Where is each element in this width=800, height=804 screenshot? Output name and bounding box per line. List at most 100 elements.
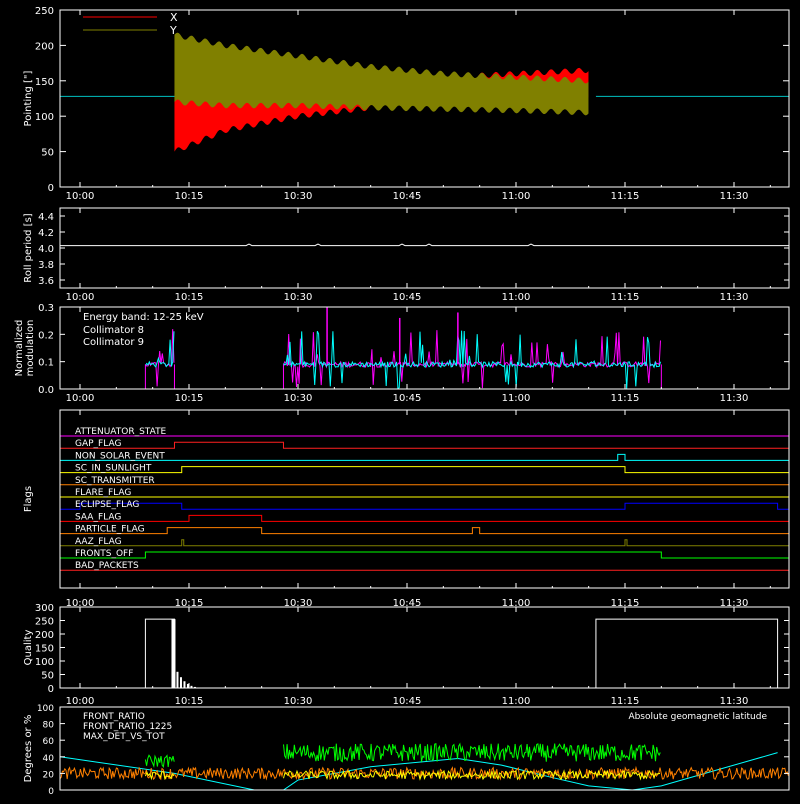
modulation-series-collimator9 bbox=[145, 329, 175, 387]
dashboard: 0 50 100 150 200 250 10:00 10:15 10:30 10:45 11:00… bbox=[0, 0, 800, 800]
modulation-xtick-label: 11:15 bbox=[611, 393, 640, 404]
flag-label-sc_in_sunlight: SC_IN_SUNLIGHT bbox=[75, 464, 152, 474]
modulation-xtick-label: 11:30 bbox=[720, 393, 749, 404]
flag-label-sc_transmitter: SC_TRANSMITTER bbox=[75, 476, 155, 486]
flag-label-bad_packets: BAD_PACKETS bbox=[75, 561, 139, 571]
front-ytick-label: 100 bbox=[37, 704, 54, 714]
flag-line-non_solar_event bbox=[60, 453, 789, 461]
front-ytick-label: 80 bbox=[43, 721, 55, 731]
roll-ytick-label: 4.0 bbox=[38, 244, 54, 255]
quality-ytick-label: 200 bbox=[35, 630, 54, 641]
pointing-xtick-label: 10:45 bbox=[393, 191, 422, 202]
flag-label-gap_flag: GAP_FLAG bbox=[75, 439, 121, 449]
quality-block bbox=[595, 618, 779, 688]
quality-xtick-label: 11:00 bbox=[502, 696, 531, 707]
pointing-xtick-label: 10:30 bbox=[284, 191, 313, 202]
flag-label-non_solar_event: NON_SOLAR_EVENT bbox=[75, 451, 165, 461]
flag-line-saa_flag bbox=[60, 514, 789, 522]
flag-label-eclipse_flag: ECLIPSE_FLAG bbox=[75, 500, 139, 510]
pointing-xtick-label: 11:00 bbox=[502, 191, 531, 202]
modulation-series-collimator9 bbox=[283, 330, 661, 389]
roll-ytick-label: 4.2 bbox=[38, 228, 54, 239]
roll-series bbox=[60, 243, 789, 247]
roll-xtick-label: 11:00 bbox=[502, 292, 531, 303]
pointing-xtick-label: 11:30 bbox=[720, 191, 749, 202]
flags-ylabel: Flags bbox=[23, 486, 34, 512]
modulation-ytick-label: 0.0 bbox=[38, 385, 54, 396]
flag-line-particle_flag bbox=[60, 527, 789, 535]
flag-label-fronts_off: FRONTS_OFF bbox=[75, 549, 133, 559]
pointing-xtick-label: 11:15 bbox=[611, 191, 640, 202]
roll-xtick-label: 10:45 bbox=[393, 292, 422, 303]
pointing-ytick-label: 150 bbox=[35, 77, 54, 88]
flag-label-particle_flag: PARTICLE_FLAG bbox=[75, 525, 145, 535]
quality-ylabel: Quality bbox=[23, 630, 34, 666]
flag-label-flare_flag: FLARE_FLAG bbox=[75, 488, 131, 498]
modulation-series-collimator8 bbox=[283, 330, 661, 390]
modulation-ylabel: modulation bbox=[25, 320, 36, 377]
quality-xtick-label: 10:00 bbox=[66, 696, 95, 707]
modulation-series-collimator8 bbox=[144, 331, 175, 368]
roll-frame bbox=[59, 207, 790, 289]
pointing-ylabel: Pointing ["] bbox=[23, 70, 34, 126]
front-legend-max-det-vs-tot: MAX_DET_VS_TOT bbox=[83, 732, 165, 742]
modulation-legend-collimator-9: Collimator 9 bbox=[83, 337, 144, 348]
quality-ytick-label: 300 bbox=[35, 603, 54, 614]
pointing-ytick-label: 50 bbox=[41, 148, 54, 159]
modulation-ytick-label: 0.2 bbox=[38, 330, 54, 341]
roll-xtick-label: 10:30 bbox=[284, 292, 313, 303]
flag-label-attenuator_state: ATTENUATOR_STATE bbox=[75, 427, 167, 437]
front-legend-latitude: Absolute geomagnetic latitude bbox=[628, 712, 767, 722]
modulation-ytick-label: 0.3 bbox=[38, 303, 54, 314]
flag-line-gap_flag bbox=[60, 441, 789, 449]
pointing-legend-label-Y: Y bbox=[169, 24, 177, 37]
quality-xtick-label: 10:45 bbox=[393, 696, 422, 707]
pointing-xtick-label: 10:15 bbox=[175, 191, 204, 202]
modulation-ytick-label: 0.1 bbox=[38, 358, 54, 369]
quality-ytick-label: 150 bbox=[35, 644, 54, 655]
roll-xtick-label: 10:15 bbox=[175, 292, 204, 303]
quality-spike bbox=[176, 671, 179, 688]
pointing-ytick-label: 250 bbox=[35, 6, 54, 17]
front_ratio-ylabel: Degrees or % bbox=[23, 715, 34, 783]
roll-xtick-label: 10:00 bbox=[66, 292, 95, 303]
front-series-front-ratio-1225 bbox=[144, 754, 175, 769]
modulation-xtick-label: 10:00 bbox=[66, 393, 95, 404]
quality-ytick-label: 250 bbox=[35, 617, 54, 628]
quality-ytick-label: 0 bbox=[48, 684, 54, 695]
quality-xtick-label: 11:15 bbox=[611, 696, 640, 707]
roll-xtick-label: 11:30 bbox=[720, 292, 749, 303]
pointing-ytick-label: 0 bbox=[48, 183, 54, 194]
quality-block bbox=[144, 618, 175, 688]
pointing-ytick-label: 100 bbox=[35, 112, 54, 123]
quality-spike bbox=[179, 677, 182, 688]
quality-ytick-label: 50 bbox=[41, 671, 54, 682]
front-ytick-label: 60 bbox=[43, 737, 55, 747]
modulation-legend-collimator-8: Collimator 8 bbox=[83, 325, 144, 336]
roll-ytick-label: 3.6 bbox=[38, 276, 54, 287]
roll-ytick-label: 4.4 bbox=[38, 212, 54, 223]
front-legend-front-ratio: FRONT_RATIO bbox=[83, 712, 145, 722]
flag-line-sc_in_sunlight bbox=[60, 466, 789, 474]
front-ytick-label: 40 bbox=[43, 754, 55, 764]
modulation-xtick-label: 10:30 bbox=[284, 393, 313, 404]
modulation-annotation: Energy band: 12-25 keV bbox=[83, 312, 204, 323]
quality-xtick-label: 10:15 bbox=[175, 696, 204, 707]
front-legend-front-ratio-1225: FRONT_RATIO_1225 bbox=[83, 722, 172, 732]
modulation-ylabel: Normalized bbox=[14, 320, 25, 377]
quality-spike bbox=[183, 681, 186, 688]
quality-spike bbox=[171, 619, 176, 688]
modulation-xtick-label: 10:15 bbox=[175, 393, 204, 404]
modulation-xtick-label: 11:00 bbox=[502, 393, 531, 404]
flag-label-saa_flag: SAA_FLAG bbox=[75, 512, 121, 522]
quality-ytick-label: 100 bbox=[35, 657, 54, 668]
roll-ylabel: Roll period [s] bbox=[23, 213, 34, 282]
flag-line-fronts_off bbox=[60, 551, 789, 559]
flags-frame bbox=[59, 409, 790, 589]
pointing-legend-label-X: X bbox=[170, 11, 178, 24]
front-ytick-label: 0 bbox=[48, 787, 54, 797]
quality-xtick-label: 10:30 bbox=[284, 696, 313, 707]
flag-line-aaz_flag bbox=[60, 539, 789, 547]
plot-canvas: 05010015020025010:00 10:15 10:30 10:45 11:00… bbox=[14, 6, 790, 797]
front-ytick-label: 20 bbox=[43, 770, 55, 780]
